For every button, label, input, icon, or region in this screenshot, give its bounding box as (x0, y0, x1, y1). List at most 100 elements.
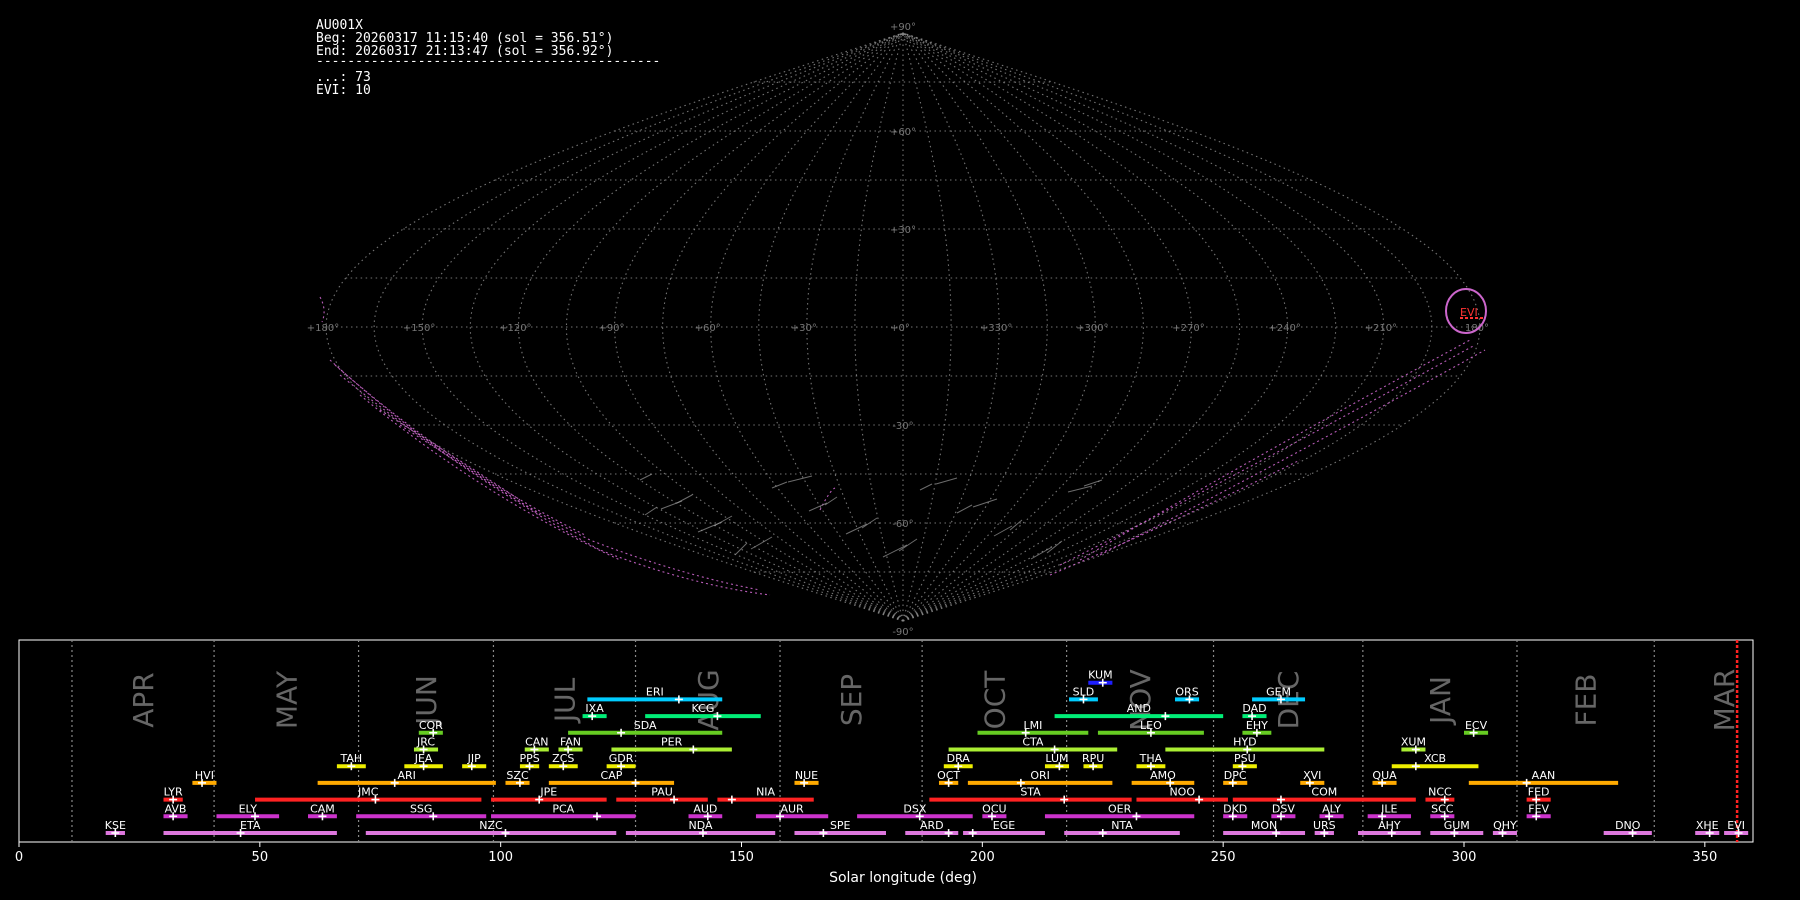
sky-lat-label: -60° (892, 519, 913, 530)
month-label: APR (127, 672, 160, 728)
shower-label: JMC (357, 786, 379, 799)
x-axis: 0 50 100 150 200 250 300 350 (15, 842, 1717, 865)
meteor-streak (1067, 485, 1093, 493)
shower-label: COM (1311, 786, 1337, 799)
separator: ----------------------------------------… (316, 54, 660, 69)
sky-lon-label: +150° (403, 323, 435, 334)
month-label: OCT (978, 670, 1011, 730)
evi-line: EVI: 10 (316, 83, 371, 98)
shower-label: OER (1108, 802, 1132, 815)
shower-label: DSX (903, 802, 926, 815)
shower-label: PER (661, 736, 683, 749)
x-tick-label: 0 (15, 850, 23, 865)
shower-label: LMI (1023, 719, 1042, 732)
shower-label: TAH (340, 752, 363, 765)
shower-label: LEO (1140, 719, 1162, 732)
shower-label: KCG (692, 702, 715, 715)
sky-lon-label: +180° (307, 323, 339, 334)
shower-label: AMO (1150, 769, 1176, 782)
sky-lon-label: +270° (1172, 323, 1204, 334)
shower-label: QHY (1493, 819, 1517, 832)
meteor-trail (1049, 459, 1301, 576)
sky-lon-label: +330° (980, 323, 1012, 334)
shower-timeline: APR MAY JUN JUL AUG SEP OCT NOV DEC JAN FEB MAR KUM… (15, 639, 1754, 886)
meridian-line (373, 32, 904, 622)
sky-lon-label: +90° (598, 323, 624, 334)
timeline-frame (18, 639, 1754, 843)
meteor-trail (339, 374, 771, 596)
meteor-trail (819, 487, 836, 511)
meteor-streak (956, 504, 973, 514)
shower-label: LUM (1045, 752, 1068, 765)
x-tick-label: 350 (1692, 850, 1717, 865)
shower-label: XVI (1303, 769, 1321, 782)
shower-label: NDA (689, 819, 714, 832)
stage: AU001X Beg: 20260317 11:15:40 (sol = 356… (15, 18, 1754, 886)
shower-label: SCC (1431, 802, 1454, 815)
month-label: FEB (1570, 673, 1603, 726)
shower-label: JRC (416, 736, 435, 749)
shower-label: AAN (1532, 769, 1556, 782)
shower-label: NOO (1169, 786, 1195, 799)
x-tick-label: 250 (1211, 850, 1236, 865)
shower-label: ERI (646, 685, 664, 698)
sky-lon-label: +240° (1268, 323, 1300, 334)
meteor-trail (329, 359, 761, 591)
shower-label: SPE (830, 819, 851, 832)
meteor-trail (359, 394, 621, 561)
shower-label: DNO (1615, 819, 1641, 832)
shower-label: SSG (410, 802, 433, 815)
sky-map: +180° +150° +120° +90° +60° +30° +0° +330° +300°… (307, 22, 1489, 638)
shower-label: ECV (1465, 719, 1488, 732)
month-label: JAN (1424, 676, 1457, 726)
shower-label: EVI (1727, 819, 1745, 832)
sky-lon-label: +210° (1365, 323, 1397, 334)
sky-lon-label: +120° (499, 323, 531, 334)
shower-label: SDA (634, 719, 657, 732)
shower-label: XHE (1696, 819, 1719, 832)
shower-label: ZCS (552, 752, 574, 765)
shower-label: IXA (585, 702, 604, 715)
shower-label: ILE (1381, 802, 1397, 815)
meteor-streak (750, 536, 773, 550)
shower-label: ALY (1322, 802, 1341, 815)
sky-lat-label: -90° (892, 627, 913, 638)
shower-label: DKD (1223, 802, 1247, 815)
shower-label: QUA (1372, 769, 1397, 782)
shower-label: EGE (993, 819, 1015, 832)
shower-label: PAU (651, 786, 673, 799)
shower-label: XUM (1401, 736, 1426, 749)
shower-bars: KUM ERI SLD ORS GEM IXA KCG AND DAD COR SDA LMI LEO E… (105, 669, 1749, 837)
meteor-streak (734, 542, 748, 556)
shower-label: NUE (795, 769, 818, 782)
shower-label: CAN (525, 736, 548, 749)
shower-label: STA (1020, 786, 1041, 799)
shower-label: AUD (693, 802, 717, 815)
shower-label: KUM (1088, 669, 1112, 682)
shower-label: HVI (195, 769, 214, 782)
x-tick-label: 300 (1452, 850, 1477, 865)
sky-lat-label: -30° (892, 421, 913, 432)
shower-label: DRA (947, 752, 971, 765)
shower-label: CTA (1022, 736, 1044, 749)
shower-label: AND (1127, 702, 1151, 715)
shower-label: XCB (1424, 752, 1446, 765)
meteor-streak (919, 483, 933, 491)
sky-lon-label: +0° (890, 323, 910, 334)
sky-lat-label: +30° (890, 225, 916, 236)
shower-label: ORI (1030, 769, 1050, 782)
meteor-trail (1099, 349, 1486, 556)
meteor-streak (808, 502, 828, 512)
shower-label: DAD (1242, 702, 1266, 715)
sky-lon-label: +300° (1076, 323, 1108, 334)
x-axis-title: Solar longitude (deg) (829, 870, 977, 886)
shower-label: ARI (398, 769, 416, 782)
sky-lon-label: +60° (695, 323, 721, 334)
shower-label: COR (419, 719, 443, 732)
meteor-trail (399, 424, 541, 516)
shower-label: EHY (1246, 719, 1268, 732)
shower-label: RPU (1082, 752, 1104, 765)
shower-label: ELY (239, 802, 258, 815)
shower-label: JPE (539, 786, 557, 799)
meteor-trail (1079, 339, 1471, 561)
